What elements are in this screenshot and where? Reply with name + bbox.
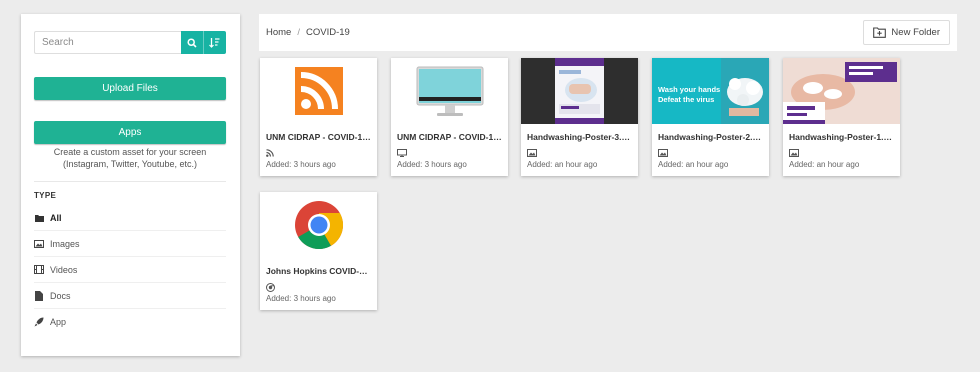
search-button[interactable]: [181, 31, 204, 54]
chrome-icon: [266, 282, 275, 292]
new-folder-button[interactable]: New Folder: [863, 20, 950, 45]
asset-card[interactable]: Handwashing-Poster-1.png Added: an hour …: [783, 58, 900, 176]
film-icon: [34, 265, 44, 275]
breadcrumb-separator: /: [297, 27, 300, 38]
folder-icon: [34, 213, 44, 223]
monitor-icon: [397, 149, 407, 157]
asset-title: Handwashing-Poster-3.png: [527, 132, 638, 142]
type-filter-all[interactable]: All: [34, 205, 226, 231]
sort-button[interactable]: [203, 31, 226, 54]
asset-thumbnail: [260, 58, 377, 124]
asset-card[interactable]: UNM CIDRAP - COVID-19 ... Added: 3 hours…: [260, 58, 377, 176]
divider: [34, 181, 226, 182]
search-bar: [34, 31, 226, 54]
asset-title: UNM CIDRAP - COVID-19 ...: [266, 132, 377, 142]
poster-text: Wash your hands Defeat the virus: [658, 85, 720, 105]
rocket-icon: [34, 317, 44, 327]
sort-icon: [209, 38, 220, 48]
apps-button[interactable]: Apps: [34, 121, 226, 144]
type-label: All: [50, 212, 62, 223]
poster-line-1: Wash your hands: [658, 85, 721, 94]
rss-icon: [266, 149, 274, 157]
poster-image: [521, 58, 638, 124]
asset-type: [260, 276, 377, 292]
type-filter-docs[interactable]: Docs: [34, 283, 226, 309]
apps-description: Create a custom asset for your screen (I…: [53, 147, 207, 169]
asset-added: Added: an hour ago: [658, 160, 729, 169]
asset-title: Handwashing-Poster-2.png: [658, 132, 769, 142]
search-icon: [187, 37, 197, 48]
asset-card[interactable]: UNM CIDRAP - COVID-19 ... Added: 3 hours…: [391, 58, 508, 176]
image-icon: [658, 149, 668, 157]
asset-title: Johns Hopkins COVID-19...: [266, 266, 376, 276]
asset-type: [521, 142, 638, 158]
asset-added: Added: 3 hours ago: [266, 294, 336, 303]
asset-card[interactable]: Johns Hopkins COVID-19... Added: 3 hours…: [260, 192, 377, 310]
chrome-logo: [294, 201, 343, 250]
type-filter-app[interactable]: App: [34, 309, 226, 335]
asset-thumbnail: [391, 58, 508, 124]
folder-plus-icon: [873, 27, 887, 38]
asset-thumbnail: [521, 58, 638, 124]
breadcrumb-current: COVID-19: [305, 27, 350, 38]
type-label: App: [50, 317, 67, 327]
asset-thumbnail: [260, 192, 377, 258]
poster-image: [783, 58, 900, 124]
asset-added: Added: 3 hours ago: [266, 160, 336, 169]
asset-type: [783, 142, 900, 158]
type-heading: TYPE: [34, 191, 57, 200]
document-icon: [34, 290, 44, 301]
breadcrumb: Home / COVID-19: [266, 27, 350, 38]
asset-added: Added: 3 hours ago: [397, 160, 467, 169]
rss-feed-icon: [294, 67, 343, 115]
type-label: Docs: [50, 290, 71, 301]
asset-title: Handwashing-Poster-1.png: [789, 132, 900, 142]
image-icon: [527, 149, 537, 157]
asset-title: UNM CIDRAP - COVID-19 ...: [397, 132, 508, 142]
asset-thumbnail: [783, 58, 900, 124]
type-label: Videos: [50, 264, 78, 275]
type-label: Images: [50, 238, 80, 249]
upload-files-button[interactable]: Upload Files: [34, 77, 226, 100]
asset-card[interactable]: Handwashing-Poster-3.png Added: an hour …: [521, 58, 638, 176]
asset-type: [391, 142, 508, 158]
new-folder-label: New Folder: [891, 27, 940, 38]
breadcrumb-bar: Home / COVID-19 New Folder: [259, 14, 957, 51]
asset-type: [260, 142, 377, 158]
monitor-image: [416, 66, 483, 116]
asset-type: [652, 142, 769, 158]
poster-line-2: Defeat the virus: [658, 95, 715, 104]
type-filter-videos[interactable]: Videos: [34, 257, 226, 283]
image-icon: [34, 239, 44, 249]
asset-thumbnail: Wash your hands Defeat the virus: [652, 58, 769, 124]
soapy-hands-image: [721, 58, 769, 124]
breadcrumb-home[interactable]: Home: [266, 27, 291, 38]
asset-card[interactable]: Wash your hands Defeat the virus Handwas…: [652, 58, 769, 176]
image-icon: [789, 149, 799, 157]
asset-added: Added: an hour ago: [527, 160, 598, 169]
type-filter-images[interactable]: Images: [34, 231, 226, 257]
search-input[interactable]: [34, 31, 181, 54]
asset-added: Added: an hour ago: [789, 160, 860, 169]
sidebar: Upload Files Apps Create a custom asset …: [21, 14, 240, 356]
